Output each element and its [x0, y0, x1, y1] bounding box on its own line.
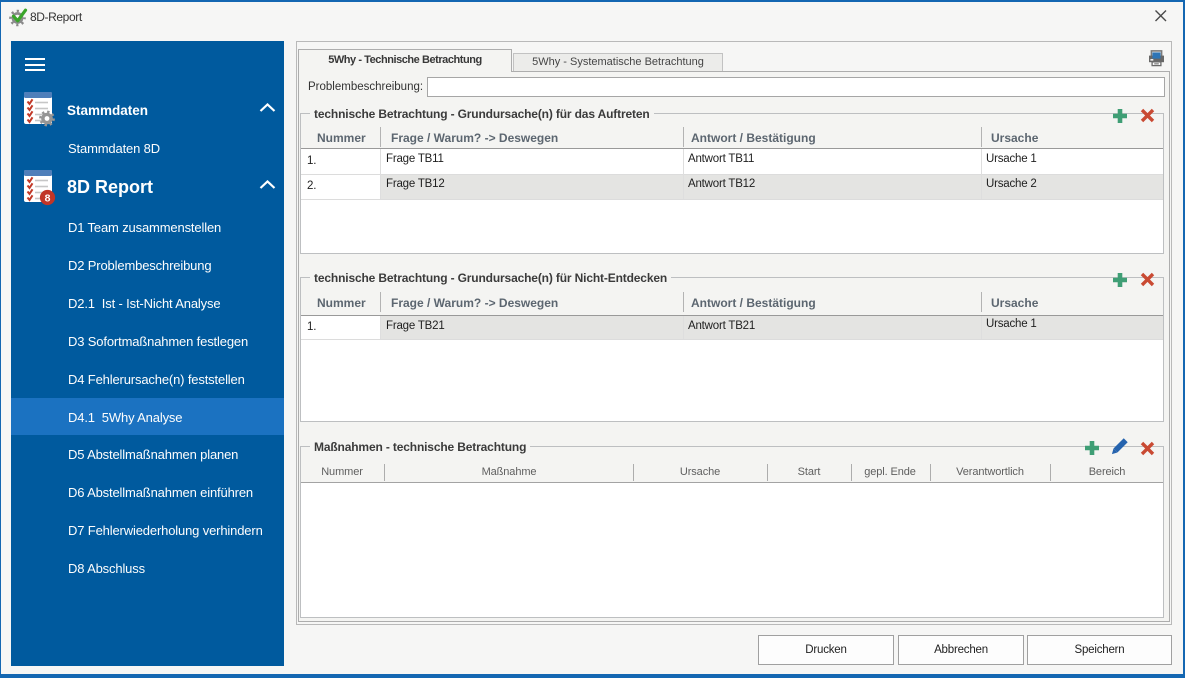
svg-text:8: 8 — [45, 193, 51, 205]
